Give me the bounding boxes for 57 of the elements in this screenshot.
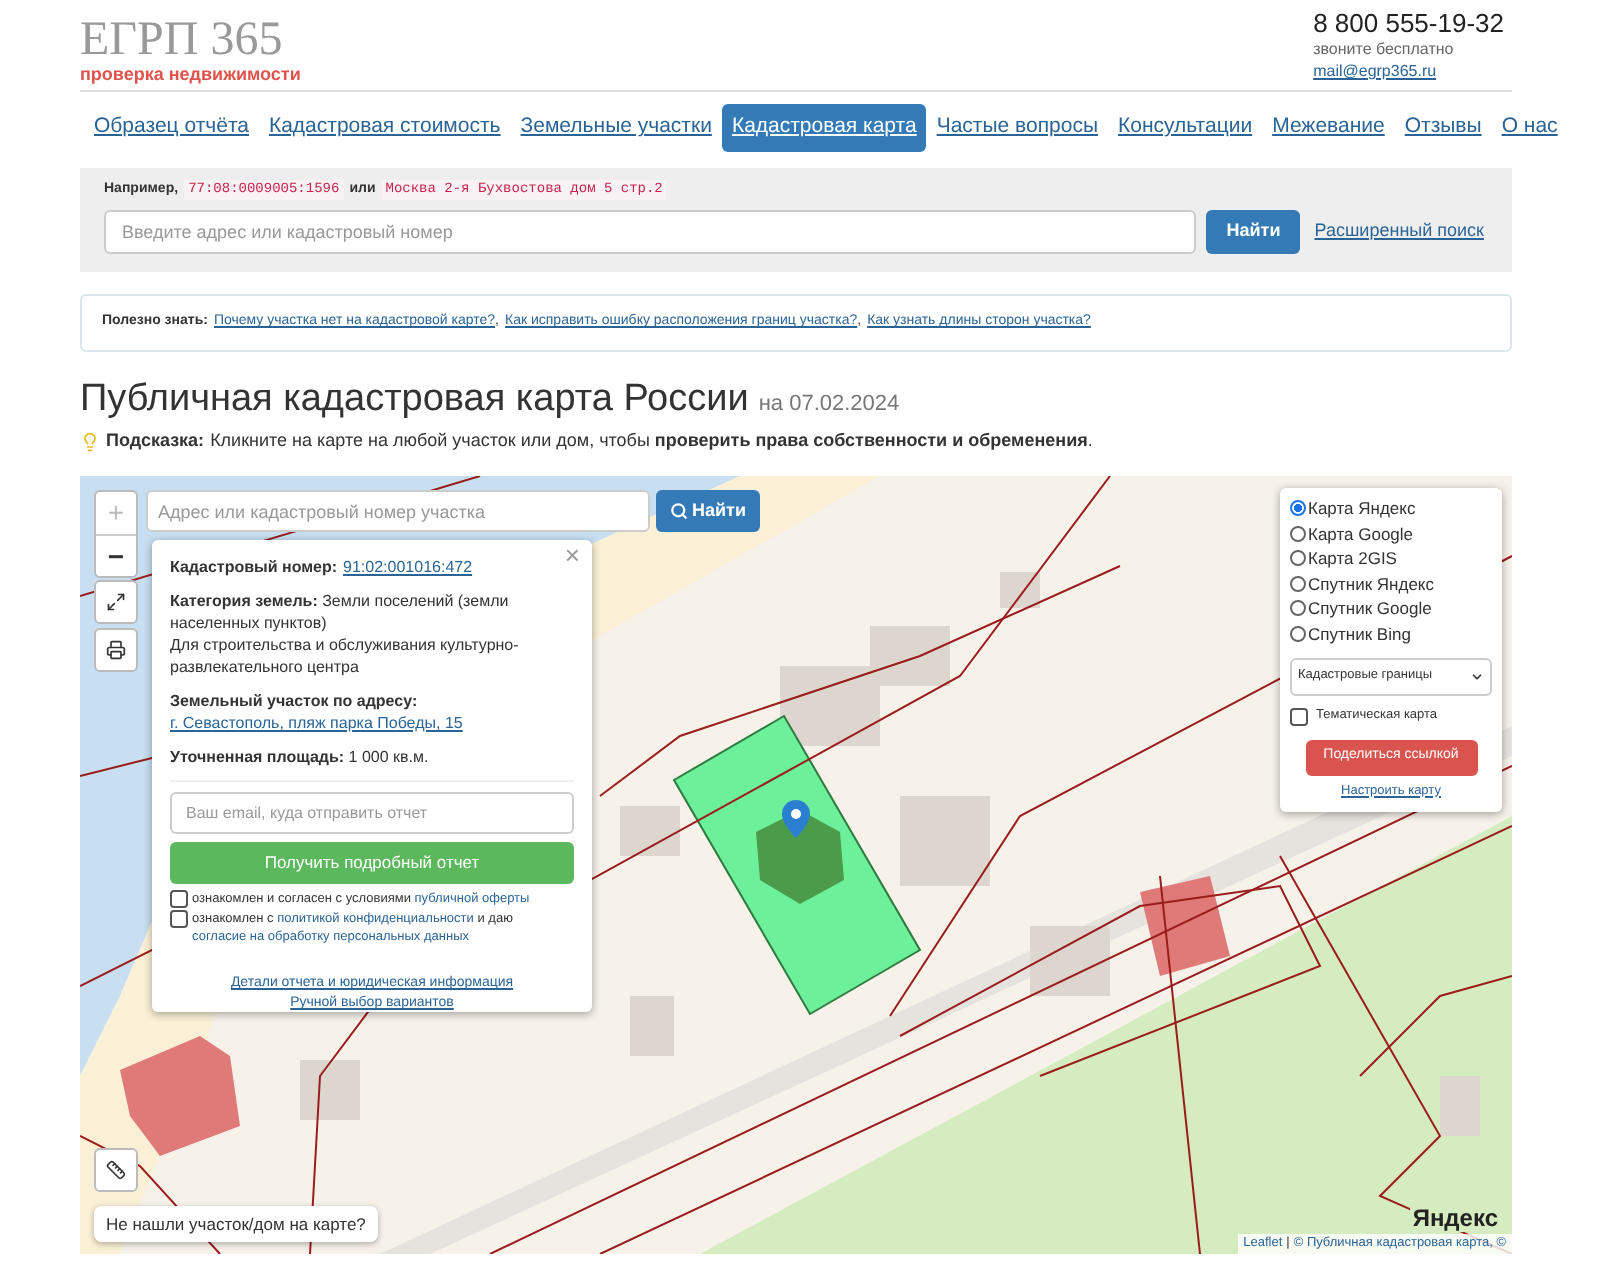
map-search-button[interactable]: Найти (656, 490, 760, 532)
lightbulb-icon (80, 432, 100, 452)
hint-text: Кликните на карте на любой участок или дом, чтобы проверить права собственности и обременения. (210, 428, 1093, 455)
advanced-search-link[interactable]: Расширенный поиск (1310, 218, 1488, 246)
thematic-checkbox[interactable] (1290, 707, 1308, 726)
email-link[interactable]: mail@egrp365.ru (1313, 60, 1437, 82)
nav-tab[interactable]: Межевание (1262, 104, 1395, 152)
agreement-checkbox[interactable] (170, 890, 188, 908)
logo-subtitle: проверка недвижимости (80, 64, 301, 86)
date-label: на 07.02.2024 (758, 390, 900, 420)
address-label: Земельный участок по адресу: (170, 690, 420, 712)
radio-button[interactable] (1290, 625, 1306, 642)
agreement-checkbox[interactable] (170, 910, 188, 928)
phone-note: звоните бесплатно (1313, 38, 1454, 60)
cadastral-number-label: Кадастровый номер: (170, 556, 338, 578)
nav-tab[interactable]: Земельные участки (510, 104, 722, 152)
cadastral-number-link[interactable]: 91:02:001016:472 (343, 556, 473, 578)
nav-tab[interactable]: Отзывы (1394, 104, 1492, 152)
printer-icon (106, 640, 126, 660)
layer-option[interactable]: Карта Google (1290, 521, 1492, 546)
nav-tab[interactable]: О нас (1491, 104, 1568, 152)
zoom-out-button[interactable]: − (96, 536, 136, 578)
radio-button[interactable] (1290, 575, 1306, 592)
print-button[interactable] (94, 628, 138, 672)
map-search-field[interactable]: Адрес или кадастровый номер участка (146, 490, 650, 532)
layer-option[interactable]: Спутник Bing (1290, 621, 1492, 646)
nav-tab[interactable]: Консультации (1108, 104, 1263, 152)
chevron-icon (1470, 670, 1484, 684)
nav-tab[interactable]: Кадастровая карта (721, 104, 927, 152)
radio-button[interactable] (1290, 600, 1306, 617)
layer-option[interactable]: Карта Яндекс (1290, 496, 1492, 521)
search-button[interactable]: Найти (1206, 210, 1301, 254)
fullscreen-button[interactable] (94, 580, 138, 624)
ruler-button[interactable] (94, 1148, 138, 1192)
layer-option[interactable]: Спутник Google (1290, 596, 1492, 621)
map-provider-logo: Яндекс (1410, 1206, 1500, 1232)
phone-number: 8 800 555-19-32 (1313, 8, 1504, 38)
address-link[interactable]: г. Севастополь, пляж парка Победы, 15 (170, 712, 574, 734)
hint-label: Подсказка: (106, 428, 205, 455)
radio-button[interactable] (1290, 500, 1306, 517)
land-purpose: Для строительства и обслуживания культурно-развлекательного центра (170, 634, 521, 678)
layer-option[interactable]: Карта 2GIS (1290, 546, 1492, 571)
nav-tab[interactable]: Кадастровая стоимость (258, 104, 511, 152)
search-icon (670, 502, 688, 520)
email-field[interactable]: Ваш email, куда отправить отчет (170, 792, 574, 834)
radio-button[interactable] (1290, 525, 1306, 542)
ruler-icon (106, 1160, 126, 1180)
layer-option[interactable]: Спутник Яндекс (1290, 571, 1492, 596)
address-search-field[interactable]: Введите адрес или кадастровый номер (104, 210, 1197, 254)
radio-button[interactable] (1290, 550, 1306, 567)
area-text: Уточненная площадь: 1 000 кв.м. (170, 746, 431, 768)
nav-tab[interactable]: Частые вопросы (926, 104, 1108, 152)
land-category: Категория земель: Земли поселений (земли населенных пунктов) (170, 590, 511, 634)
nav-tab[interactable]: Образец отчёта (84, 104, 259, 152)
page-title: Публичная кадастровая карта России (80, 376, 749, 424)
fullscreen-icon (106, 592, 126, 612)
not-found-button[interactable]: Не нашли участок/дом на карте? (94, 1206, 378, 1242)
